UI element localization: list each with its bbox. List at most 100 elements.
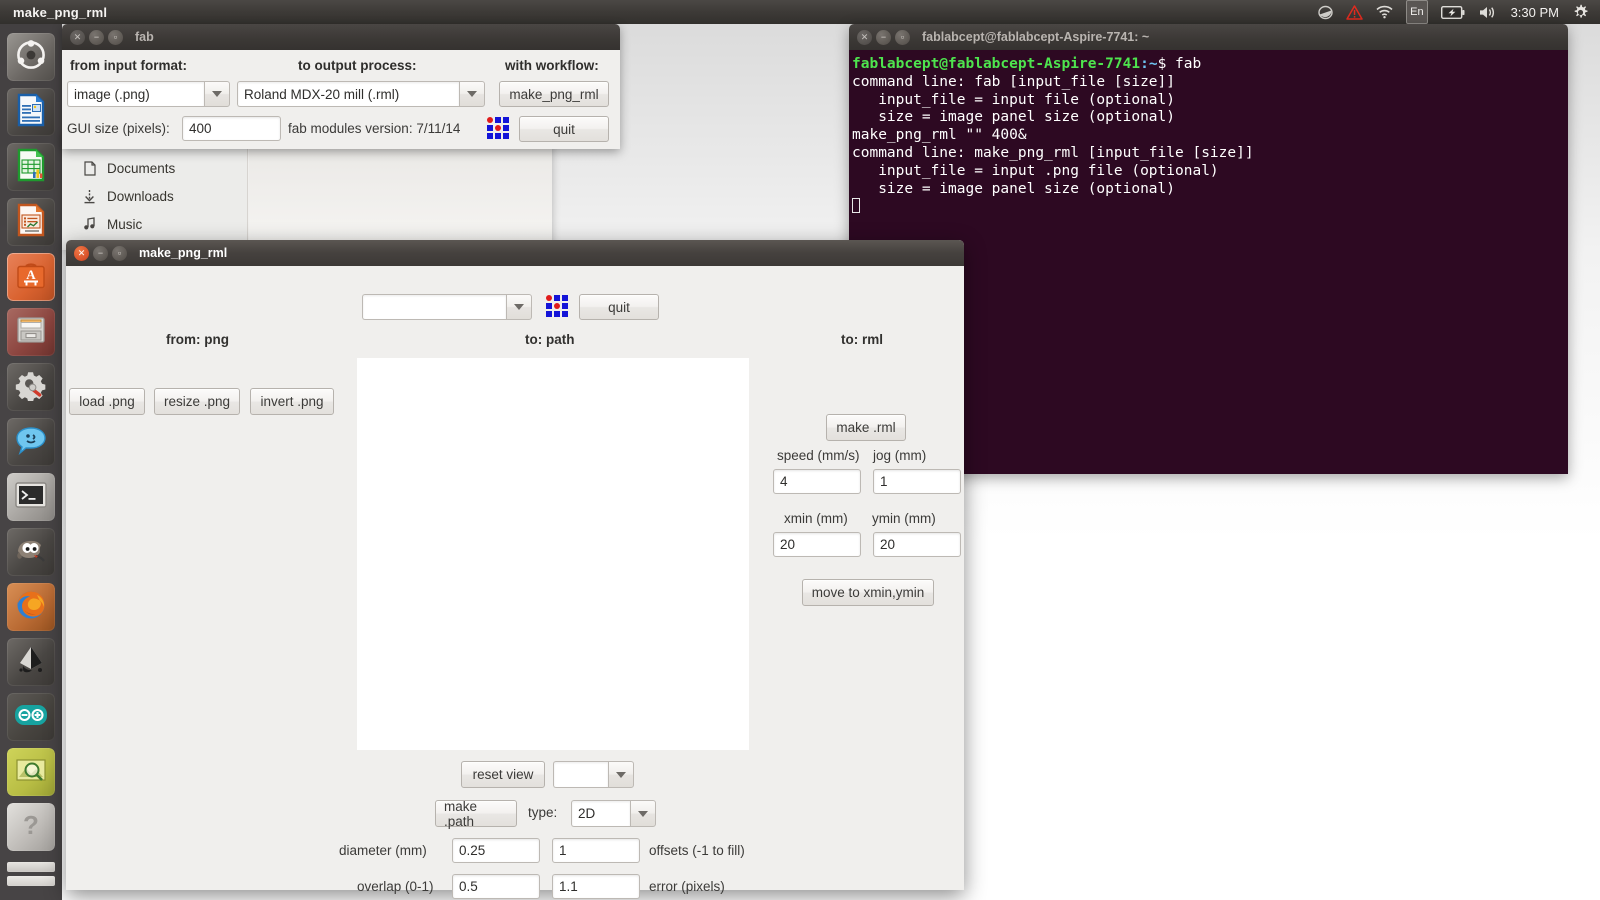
type-combo[interactable]: 2D xyxy=(571,800,656,827)
column-heading-to-path: to: path xyxy=(525,332,575,347)
mpr-titlebar[interactable]: ✕ − ▫ make_png_rml xyxy=(66,240,964,266)
ymin-input[interactable]: 20 xyxy=(873,532,961,557)
sync-icon[interactable] xyxy=(1318,0,1333,24)
launcher-item-dash-home[interactable] xyxy=(7,33,55,81)
settings-gear-icon xyxy=(15,369,47,406)
launcher-item-image-viewer[interactable] xyxy=(7,748,55,796)
type-value: 2D xyxy=(571,800,630,827)
minimize-button[interactable]: − xyxy=(876,29,891,45)
terminal-line: command line: make_png_rml [input_file [… xyxy=(852,144,1254,161)
chat-bubble-icon xyxy=(15,425,47,460)
launcher-item-workspace-switcher[interactable] xyxy=(7,858,55,894)
battery-icon[interactable] xyxy=(1440,0,1465,24)
place-item-downloads[interactable]: Downloads xyxy=(62,182,247,210)
warning-icon[interactable] xyxy=(1346,0,1363,24)
error-input[interactable]: 1.1 xyxy=(552,874,640,899)
xmin-input[interactable]: 20 xyxy=(773,532,861,557)
type-label: type: xyxy=(528,805,558,820)
gui-size-input[interactable]: 400 xyxy=(182,116,281,141)
chevron-down-icon[interactable] xyxy=(204,81,230,107)
chevron-down-icon[interactable] xyxy=(459,81,485,107)
fab-version-label: fab modules version: 7/11/14 xyxy=(288,121,461,136)
ubuntu-logo-icon xyxy=(14,38,48,77)
svg-text:?: ? xyxy=(23,810,39,840)
firefox-icon xyxy=(15,589,47,626)
close-button[interactable]: ✕ xyxy=(857,29,872,45)
close-button[interactable]: ✕ xyxy=(70,29,85,45)
launcher-item-terminal[interactable] xyxy=(7,473,55,521)
terminal-titlebar[interactable]: ✕ − ▫ fablabcept@fablabcept-Aspire-7741:… xyxy=(849,24,1568,50)
minimize-button[interactable]: − xyxy=(89,29,104,45)
maximize-button[interactable]: ▫ xyxy=(112,245,127,261)
load-png-button[interactable]: load .png xyxy=(69,388,145,415)
output-process-combo[interactable]: Roland MDX-20 mill (.rml) xyxy=(237,81,485,107)
launcher-item-system-settings[interactable] xyxy=(7,363,55,411)
libreoffice-writer-icon xyxy=(14,93,48,132)
resize-png-button[interactable]: resize .png xyxy=(154,388,240,415)
with-workflow-label: with workflow: xyxy=(505,58,599,73)
wifi-icon[interactable] xyxy=(1376,0,1393,24)
terminal-line: size = image panel size (optional) xyxy=(852,109,1176,126)
close-button[interactable]: ✕ xyxy=(74,245,89,261)
minimize-button[interactable]: − xyxy=(93,245,108,261)
reset-view-button[interactable]: reset view xyxy=(461,761,545,788)
launcher-item-file-manager[interactable] xyxy=(7,308,55,356)
invert-png-button[interactable]: invert .png xyxy=(250,388,334,415)
terminal-line: size = image panel size (optional) xyxy=(852,180,1176,197)
launcher-item-firefox[interactable] xyxy=(7,583,55,631)
arduino-infinity-icon xyxy=(14,704,48,731)
output-process-value: Roland MDX-20 mill (.rml) xyxy=(237,81,459,107)
launcher-item-empathy-messaging[interactable] xyxy=(7,418,55,466)
make-rml-button[interactable]: make .rml xyxy=(826,414,906,441)
keyboard-layout-indicator[interactable]: En xyxy=(1406,0,1428,24)
place-item-music[interactable]: Music xyxy=(62,210,247,238)
maximize-button[interactable]: ▫ xyxy=(108,29,123,45)
mpr-quit-button[interactable]: quit xyxy=(579,294,659,320)
input-format-combo[interactable]: image (.png) xyxy=(67,81,230,107)
gear-icon[interactable] xyxy=(1572,0,1589,24)
launcher-item-gimp[interactable] xyxy=(7,528,55,576)
diameter-input[interactable]: 0.25 xyxy=(452,838,540,863)
make-path-button[interactable]: make .path xyxy=(435,799,517,829)
launcher-item-ubuntu-software-center[interactable]: A xyxy=(7,253,55,301)
chevron-down-icon[interactable] xyxy=(506,294,532,320)
place-item-documents[interactable]: Documents xyxy=(62,154,247,182)
desktop-screen: make_png_rml En 3:30 PM A ? Documents Do… xyxy=(0,0,1600,900)
mpr-window-title: make_png_rml xyxy=(139,246,228,260)
chevron-down-icon[interactable] xyxy=(608,761,634,788)
fab-window: ✕ − ▫ fab from input format: to output p… xyxy=(62,24,620,149)
file-chooser-file-list[interactable] xyxy=(249,132,552,250)
offsets-input[interactable]: 1 xyxy=(552,838,640,863)
fab-logo-icon xyxy=(546,295,568,317)
file-chooser-places-sidebar: Desktop Documents Downloads Music xyxy=(62,132,248,250)
launcher-item-libreoffice-writer[interactable] xyxy=(7,88,55,136)
unity-launcher: A ? xyxy=(0,24,62,900)
volume-icon[interactable] xyxy=(1478,0,1498,24)
jog-input[interactable]: 1 xyxy=(873,469,961,494)
fab-titlebar[interactable]: ✕ − ▫ fab xyxy=(62,24,620,50)
launcher-item-libreoffice-calc[interactable] xyxy=(7,143,55,191)
offsets-label: offsets (-1 to fill) xyxy=(649,843,745,858)
speed-input[interactable]: 4 xyxy=(773,469,861,494)
workflow-button[interactable]: make_png_rml xyxy=(499,81,609,107)
fab-quit-button[interactable]: quit xyxy=(519,116,609,142)
mpr-window-body: quit from: png to: path to: rml load .pn… xyxy=(66,266,964,899)
xmin-label: xmin (mm) xyxy=(784,511,848,526)
place-label: Downloads xyxy=(107,188,174,204)
path-preview-canvas[interactable] xyxy=(357,358,749,750)
download-icon xyxy=(82,188,97,205)
terminal-prompt-path: ~ xyxy=(1148,56,1158,72)
launcher-item-help[interactable]: ? xyxy=(7,803,55,851)
overlap-label: overlap (0-1) xyxy=(357,879,434,894)
maximize-button[interactable]: ▫ xyxy=(895,29,910,45)
launcher-item-arduino-ide[interactable] xyxy=(7,693,55,741)
overlap-input[interactable]: 0.5 xyxy=(452,874,540,899)
move-to-xmin-ymin-button[interactable]: move to xmin,ymin xyxy=(802,579,934,606)
view-combo[interactable] xyxy=(553,761,634,788)
place-label: Documents xyxy=(107,160,176,176)
launcher-item-libreoffice-impress[interactable] xyxy=(7,198,55,246)
chevron-down-icon[interactable] xyxy=(630,800,656,827)
launcher-item-inkscape[interactable] xyxy=(7,638,55,686)
clock[interactable]: 3:30 PM xyxy=(1511,0,1559,24)
top-combo[interactable] xyxy=(362,294,532,320)
